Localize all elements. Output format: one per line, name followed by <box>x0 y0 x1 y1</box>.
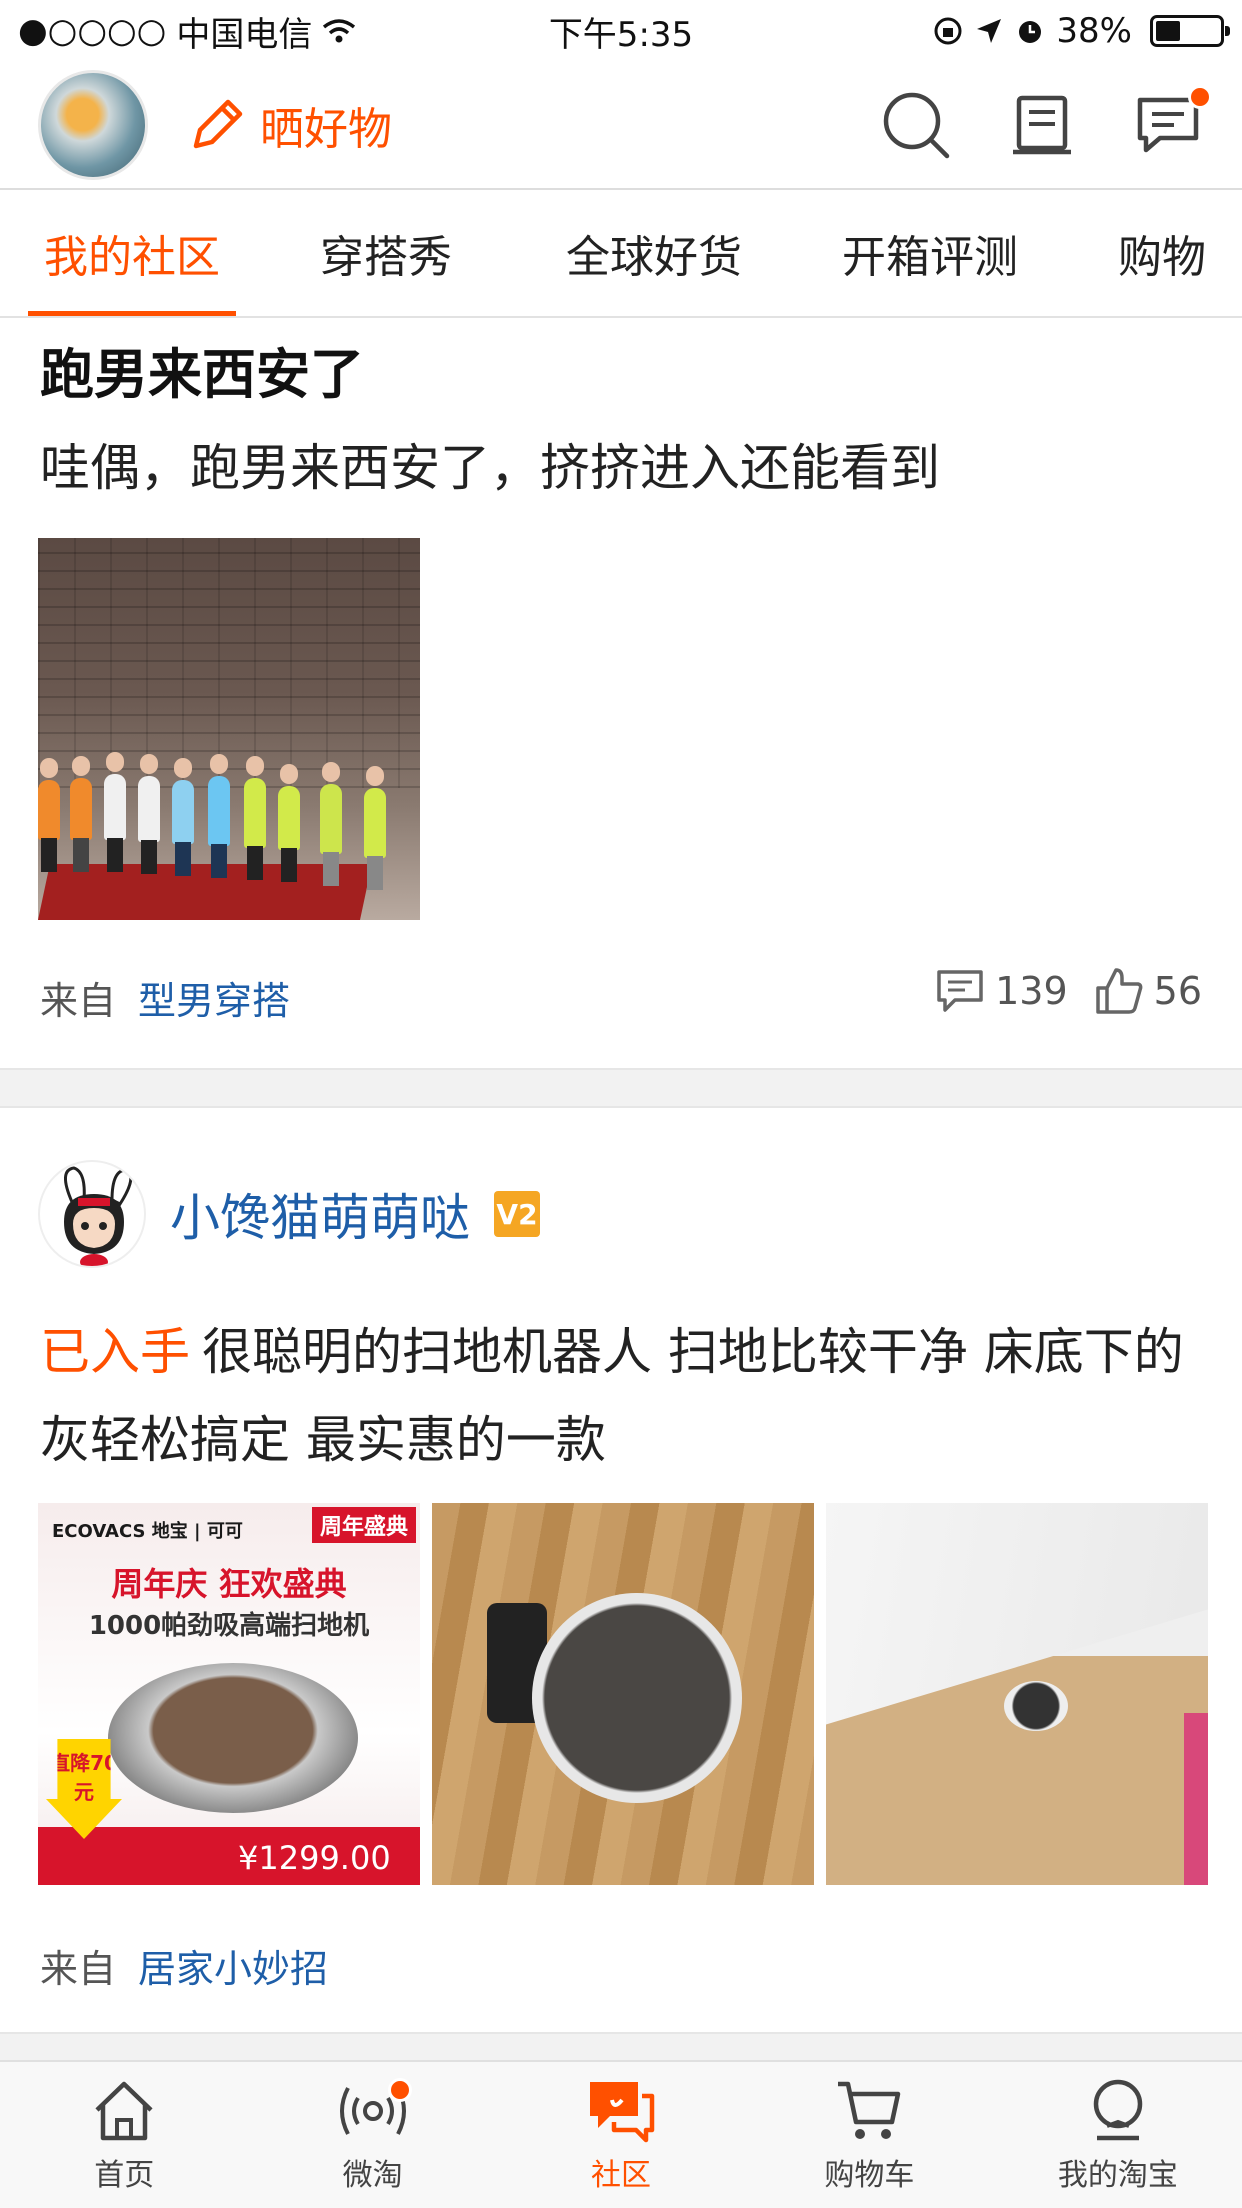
nav-my-taobao[interactable]: 我的淘宝 <box>994 2062 1242 2208</box>
post-image[interactable]: ECOVACS 地宝 | 可可 周年盛典 周年庆 狂欢盛典 1000帕劲吸高端扫… <box>38 1503 420 1885</box>
cart-icon <box>838 2081 901 2139</box>
bunny-avatar-icon <box>64 1166 133 1266</box>
source-link[interactable]: 型男穿搭 <box>138 970 290 1025</box>
search-button[interactable] <box>880 89 952 161</box>
battery-percent: 38% <box>1056 11 1132 51</box>
tab-my-community[interactable]: 我的社区 <box>28 190 236 316</box>
wifi-icon <box>323 19 356 43</box>
from-label: 来自 <box>40 1947 117 1991</box>
robot-vacuum-image <box>1004 1681 1068 1731</box>
category-tabs: 我的社区 穿搭秀 全球好货 开箱评测 购物 <box>0 190 1242 318</box>
tab-global-goods[interactable]: 全球好货 <box>566 190 742 316</box>
bottom-tab-bar: 首页 微淘 社区 购物车 我的淘宝 <box>0 2060 1242 2208</box>
discount-arrow: 直降70元 <box>46 1739 122 1839</box>
bed-edge <box>1184 1713 1208 1885</box>
post-good-label: 晒好物 <box>260 104 392 155</box>
promo-subline: 1000帕劲吸高端扫地机 <box>88 1611 370 1641</box>
signal-icon: ●○○○○ <box>18 11 167 51</box>
tab-unboxing-review[interactable]: 开箱评测 <box>842 190 1018 316</box>
author-name[interactable]: 小馋猫萌萌哒 <box>170 1178 470 1250</box>
feed-post[interactable]: 跑男来西安了 哇偶，跑男来西安了，挤挤进入还能看到 来自 型男穿搭 139 56 <box>0 318 1242 1068</box>
search-icon <box>883 92 950 159</box>
robot-vacuum-image <box>532 1593 742 1803</box>
feed-divider <box>0 1068 1242 1108</box>
author-avatar[interactable] <box>38 1160 146 1268</box>
message-button[interactable] <box>1132 85 1212 161</box>
robot-vacuum-image <box>108 1663 358 1813</box>
carrier-label: 中国电信 <box>176 14 313 55</box>
unread-dot <box>1188 85 1212 109</box>
post-source: 来自 型男穿搭 <box>40 970 290 1025</box>
tab-outfit-show[interactable]: 穿搭秀 <box>320 190 452 316</box>
status-left: ●○○○○ 中国电信 <box>18 7 356 56</box>
thumbs-up-icon[interactable] <box>1094 966 1144 1016</box>
post-image[interactable] <box>826 1503 1208 1885</box>
location-icon <box>977 19 1002 43</box>
nav-community[interactable]: 社区 <box>497 2062 745 2208</box>
notepad-icon <box>1013 95 1071 155</box>
post-body: 已入手 很聪明的扫地机器人 扫地比较干净 床底下的灰轻松搞定 最实惠的一款 <box>40 1308 1200 1484</box>
anniversary-badge: 周年盛典 <box>311 1507 416 1543</box>
photo-wall <box>38 538 420 788</box>
nav-weitao[interactable]: 微淘 <box>248 2062 496 2208</box>
notepad-button[interactable] <box>1006 89 1078 161</box>
profile-icon <box>1093 2079 1143 2141</box>
post-stats: 139 56 <box>935 966 1202 1016</box>
feed-post[interactable]: 小馋猫萌萌哒 V2 已入手 很聪明的扫地机器人 扫地比较干净 床底下的灰轻松搞定 … <box>0 1108 1242 2038</box>
top-header: 晒好物 <box>0 62 1242 190</box>
post-good-button[interactable]: 晒好物 <box>186 93 392 157</box>
status-bar: ●○○○○ 中国电信 下午5:35 38% <box>0 0 1242 62</box>
purchased-tag: 已入手 <box>40 1323 190 1381</box>
post-image[interactable] <box>38 538 420 920</box>
comment-count: 139 <box>995 969 1068 1013</box>
post-author[interactable]: 小馋猫萌萌哒 V2 <box>38 1160 540 1268</box>
photo-carpet <box>38 864 372 920</box>
promo-headline: 周年庆 狂欢盛典 <box>111 1565 347 1603</box>
post-image[interactable] <box>432 1503 814 1885</box>
pencil-icon <box>193 99 243 149</box>
header-actions <box>880 85 1212 161</box>
tab-shopping[interactable]: 购物 <box>1118 190 1206 316</box>
source-link[interactable]: 居家小妙招 <box>138 1938 328 1993</box>
post-body: 哇偶，跑男来西安了，挤挤进入还能看到 <box>40 439 940 497</box>
from-label: 来自 <box>40 979 117 1023</box>
nav-cart[interactable]: 购物车 <box>745 2062 993 2208</box>
feed-divider <box>0 2032 1242 2062</box>
vip-badge: V2 <box>494 1191 540 1237</box>
post-title: 跑男来西安了 <box>40 343 364 406</box>
rotation-lock-icon <box>934 17 962 45</box>
home-icon <box>95 2081 153 2141</box>
alarm-icon <box>1019 21 1042 43</box>
product-brand: ECOVACS 地宝 | 可可 <box>52 1521 243 1542</box>
product-price: ¥1299.00 <box>238 1839 391 1877</box>
user-avatar[interactable] <box>38 70 148 180</box>
community-icon <box>590 2082 655 2143</box>
status-right: 38% <box>932 11 1230 51</box>
post-text: 很聪明的扫地机器人 扫地比较干净 床底下的灰轻松搞定 最实惠的一款 <box>40 1323 1184 1469</box>
post-images: ECOVACS 地宝 | 可可 周年盛典 周年庆 狂欢盛典 1000帕劲吸高端扫… <box>38 1503 1208 1885</box>
nav-home[interactable]: 首页 <box>0 2062 248 2208</box>
post-source: 来自 居家小妙招 <box>40 1938 328 1993</box>
like-count: 56 <box>1153 969 1202 1013</box>
battery-icon <box>1150 15 1230 47</box>
comment-icon[interactable] <box>935 968 985 1014</box>
